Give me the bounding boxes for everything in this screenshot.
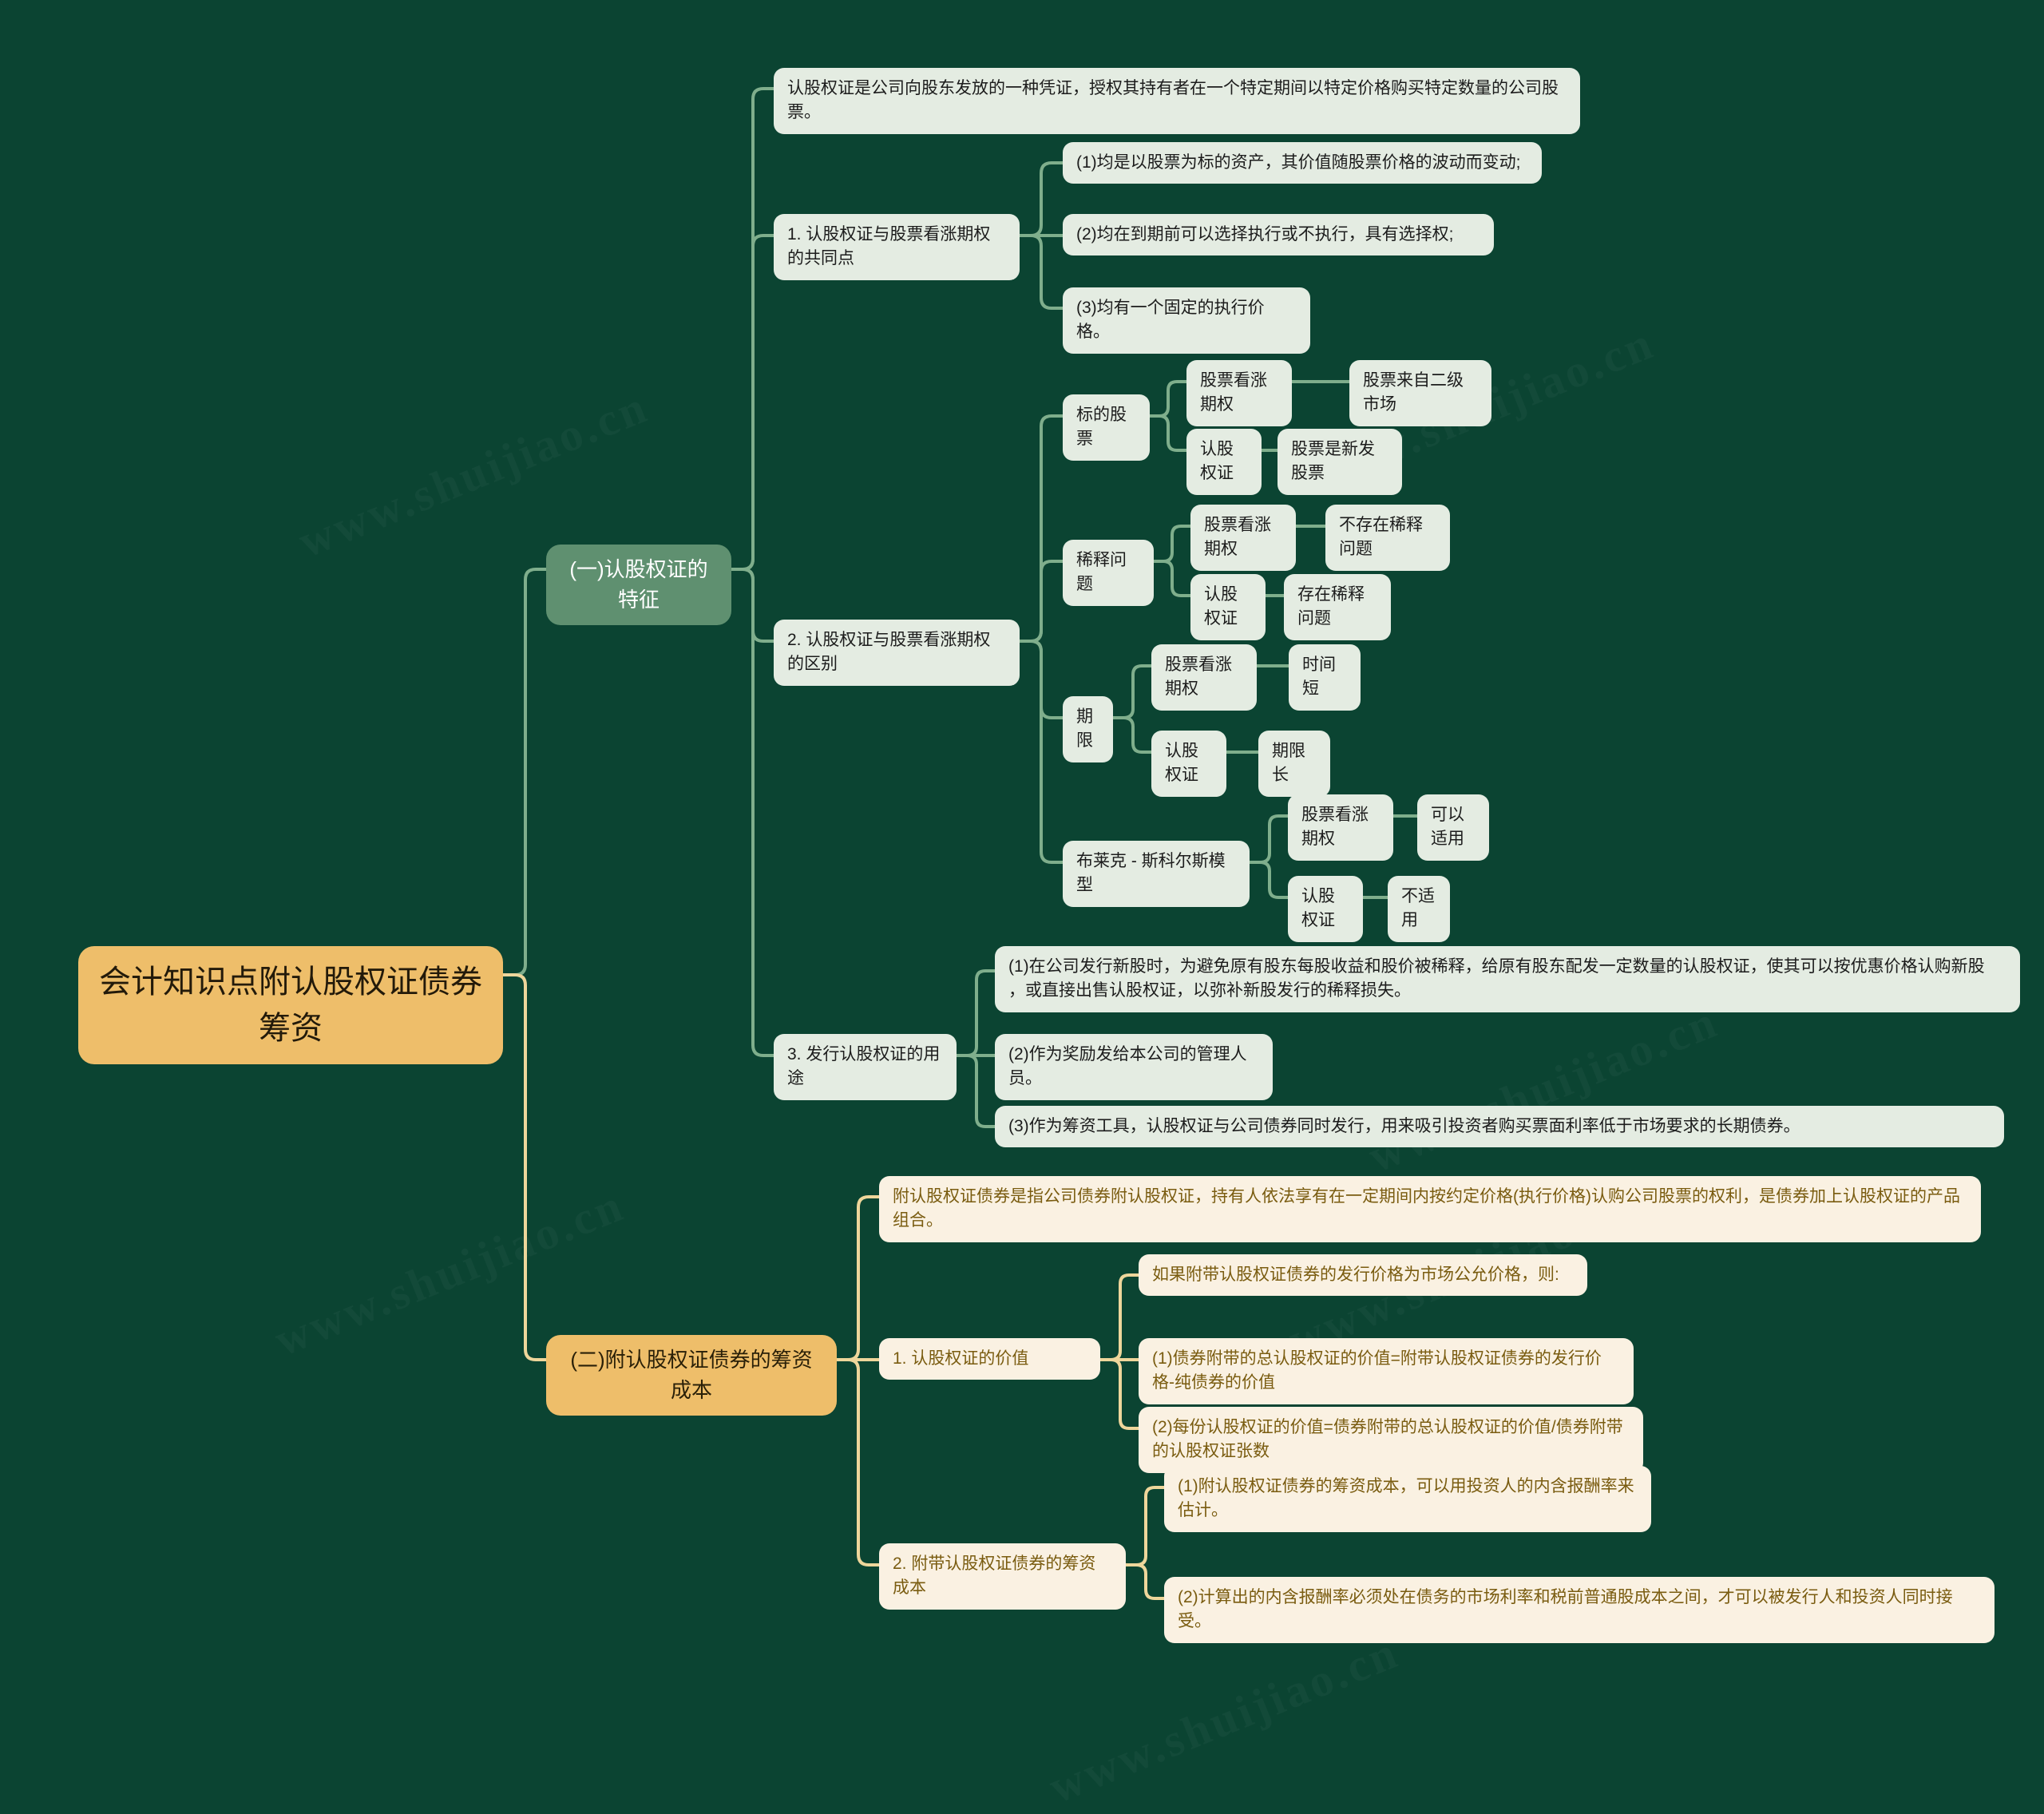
b2-section1-item[interactable]: (1)债券附带的总认股权证的价值=附带认股权证债券的发行价格-纯债券的价值 [1139,1338,1634,1404]
b1-s2-group-label[interactable]: 期限 [1063,696,1113,762]
b1-section3-item[interactable]: (2)作为奖励发给本公司的管理人员。 [995,1034,1273,1100]
b1-section3-item-text: (3)作为筹资工具，认股权证与公司债券同时发行，用来吸引投资者购买票面利率低于市… [1008,1117,1800,1135]
b1-section1-label: 1. 认股权证与股票看涨期权的共同点 [787,225,991,268]
b1-s2-group-key[interactable]: 股票看涨期权 [1288,794,1393,861]
b1-s2-group-key[interactable]: 认股权证 [1288,876,1363,942]
b1-section1-item-text: (2)均在到期前可以选择执行或不执行，具有选择权; [1076,225,1454,244]
b1-section3-item-text: (1)在公司发行新股时，为避免原有股东每股收益和股价被稀释，给原有股东配发一定数… [1008,957,1985,1000]
b2-section1-node[interactable]: 1. 认股权证的价值 [879,1338,1100,1380]
b1-section1-item-text: (1)均是以股票为标的资产，其价值随股票价格的波动而变动; [1076,153,1521,172]
b2-section2-item[interactable]: (1)附认股权证债券的筹资成本，可以用投资人的内含报酬率来估计。 [1164,1466,1651,1532]
watermark: www.shuijiao.cn [1041,1625,1406,1814]
group-key-text: 认股权证 [1301,887,1335,930]
b2-section2-item[interactable]: (2)计算出的内含报酬率必须处在债务的市场利率和税前普通股成本之间，才可以被发行… [1164,1577,1994,1643]
b1-s2-group-key[interactable]: 股票看涨期权 [1190,505,1296,571]
group-label-text: 布莱克 - 斯科尔斯模型 [1076,852,1226,895]
group-key-text: 认股权证 [1200,440,1234,483]
branch-node-one[interactable]: (一)认股权证的特征 [546,545,731,626]
b2-intro-node[interactable]: 附认股权证债券是指公司债券附认股权证，持有人依法享有在一定期间内按约定价格(执行… [879,1176,1981,1242]
b2-intro-text: 附认股权证债券是指公司债券附认股权证，持有人依法享有在一定期间内按约定价格(执行… [893,1187,1960,1230]
group-value-text: 股票来自二级市场 [1363,371,1464,414]
b1-s2-group-value[interactable]: 股票来自二级市场 [1349,360,1491,426]
group-value-text: 股票是新发股票 [1291,440,1375,483]
b1-s2-group-label[interactable]: 布莱克 - 斯科尔斯模型 [1063,841,1250,907]
group-key-text: 股票看涨期权 [1301,806,1369,849]
b1-s2-group-value[interactable]: 期限长 [1258,731,1330,797]
b1-s2-group-key[interactable]: 股票看涨期权 [1186,360,1292,426]
b1-s2-group-value[interactable]: 不适用 [1388,876,1450,942]
b1-section1-item[interactable]: (2)均在到期前可以选择执行或不执行，具有选择权; [1063,214,1494,256]
watermark: www.shuijiao.cn [291,379,656,568]
b1-section3-item[interactable]: (3)作为筹资工具，认股权证与公司债券同时发行，用来吸引投资者购买票面利率低于市… [995,1106,2004,1148]
branch-node-two[interactable]: (二)附认股权证债券的筹资成本 [546,1335,837,1416]
b2-section1-item[interactable]: (2)每份认股权证的价值=债券附带的总认股权证的价值/债券附带的认股权证张数 [1139,1407,1643,1473]
b1-s2-group-key[interactable]: 认股权证 [1186,429,1262,495]
b1-intro-text: 认股权证是公司向股东发放的一种凭证，授权其持有者在一个特定期间以特定价格购买特定… [787,79,1559,122]
b1-section1-item-text: (3)均有一个固定的执行价格。 [1076,299,1265,342]
watermark: www.shuijiao.cn [1361,994,1725,1183]
group-key-text: 股票看涨期权 [1165,655,1232,699]
b1-section1-item[interactable]: (3)均有一个固定的执行价格。 [1063,287,1310,354]
group-value-text: 时间短 [1302,655,1336,699]
branch-one-label: (一)认股权证的特征 [569,557,708,612]
b1-s2-group-value[interactable]: 时间短 [1289,644,1361,711]
b1-s2-group-label[interactable]: 标的股票 [1063,394,1150,461]
b1-section3-label: 3. 发行认股权证的用途 [787,1045,941,1088]
b1-s2-group-value[interactable]: 存在稀释问题 [1284,574,1391,640]
b2-section1-item-text: (2)每份认股权证的价值=债券附带的总认股权证的价值/债券附带的认股权证张数 [1152,1418,1623,1461]
group-label-text: 期限 [1076,707,1093,751]
b2-section1-item-text: 如果附带认股权证债券的发行价格为市场公允价格，则: [1152,1265,1559,1284]
b1-section3-item-text: (2)作为奖励发给本公司的管理人员。 [1008,1045,1247,1088]
b1-s2-group-key[interactable]: 认股权证 [1190,574,1266,640]
b1-section1-node[interactable]: 1. 认股权证与股票看涨期权的共同点 [774,214,1020,280]
branch-two-label: (二)附认股权证债券的筹资成本 [570,1348,813,1402]
b2-section1-item[interactable]: 如果附带认股权证债券的发行价格为市场公允价格，则: [1139,1254,1587,1297]
b2-section2-item-text: (1)附认股权证债券的筹资成本，可以用投资人的内含报酬率来估计。 [1178,1477,1634,1520]
group-key-text: 股票看涨期权 [1200,371,1267,414]
group-value-text: 不适用 [1401,887,1435,930]
b1-section2-node[interactable]: 2. 认股权证与股票看涨期权的区别 [774,620,1020,686]
connector-lines [501,87,1419,1600]
group-value-text: 不存在稀释问题 [1339,516,1423,559]
b1-section3-node[interactable]: 3. 发行认股权证的用途 [774,1034,957,1100]
b2-section2-item-text: (2)计算出的内含报酬率必须处在债务的市场利率和税前普通股成本之间，才可以被发行… [1178,1588,1953,1631]
group-value-text: 可以适用 [1431,806,1464,849]
b2-section1-item-text: (1)债券附带的总认股权证的价值=附带认股权证债券的发行价格-纯债券的价值 [1152,1349,1602,1392]
group-key-text: 认股权证 [1204,585,1238,628]
group-key-text: 股票看涨期权 [1204,516,1271,559]
b1-s2-group-value[interactable]: 可以适用 [1417,794,1489,861]
b2-section1-label: 1. 认股权证的价值 [893,1349,1029,1368]
b1-section2-label: 2. 认股权证与股票看涨期权的区别 [787,631,991,674]
b2-section2-node[interactable]: 2. 附带认股权证债券的筹资成本 [879,1543,1126,1610]
b2-section2-label: 2. 附带认股权证债券的筹资成本 [893,1555,1096,1598]
b1-s2-group-value[interactable]: 不存在稀释问题 [1325,505,1450,571]
group-value-text: 存在稀释问题 [1297,585,1365,628]
b1-s2-group-key[interactable]: 认股权证 [1151,731,1226,797]
group-key-text: 认股权证 [1165,742,1198,785]
root-node[interactable]: 会计知识点附认股权证债券筹资 [78,946,503,1064]
b1-section3-item[interactable]: (1)在公司发行新股时，为避免原有股东每股收益和股价被稀释，给原有股东配发一定数… [995,946,2020,1012]
root-label: 会计知识点附认股权证债券筹资 [99,964,482,1046]
group-label-text: 稀释问题 [1076,551,1127,594]
b1-intro-node[interactable]: 认股权证是公司向股东发放的一种凭证，授权其持有者在一个特定期间以特定价格购买特定… [774,68,1580,134]
group-value-text: 期限长 [1272,742,1305,785]
b1-s2-group-value[interactable]: 股票是新发股票 [1278,429,1402,495]
group-label-text: 标的股票 [1076,406,1127,449]
b1-s2-group-key[interactable]: 股票看涨期权 [1151,644,1257,711]
b1-s2-group-label[interactable]: 稀释问题 [1063,540,1154,606]
b1-section1-item[interactable]: (1)均是以股票为标的资产，其价值随股票价格的波动而变动; [1063,142,1542,184]
mindmap-canvas: www.shuijiao.cn www.shuijiao.cn www.shui… [0,0,2044,1643]
